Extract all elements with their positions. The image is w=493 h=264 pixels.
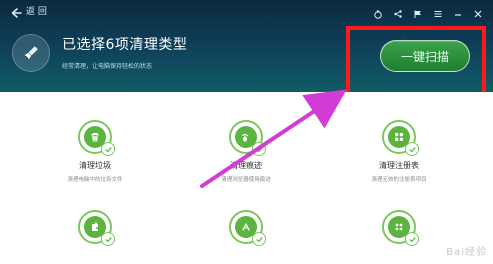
minimize-icon[interactable] [453,4,463,16]
page-title: 已选择6项清理类型 [62,37,188,53]
check-icon [405,142,419,156]
check-icon [405,232,419,246]
title-text: 已选择6项清理类型 经常清理，让电脑保持轻松的状态 [62,34,187,70]
plugin-icon [78,210,115,246]
skin-icon[interactable] [373,4,383,19]
check-icon [252,232,266,246]
cleanup-item-traces[interactable]: 清理痕迹 清理浏览器使用痕迹 [176,120,316,183]
one-click-scan-button[interactable]: 一键扫描 [380,40,470,72]
footprint-icon [229,120,266,156]
back-label: 返 回 [26,6,47,17]
back-arrow-icon [10,4,22,18]
cleanup-item-title: 清理痕迹 [230,161,262,170]
window-controls [373,4,483,19]
cleanup-item-plugin[interactable] [25,210,165,246]
cleanup-item-description: 清理浏览器使用痕迹 [221,177,271,183]
close-icon[interactable] [473,4,483,18]
trash-icon [78,120,115,156]
check-icon [101,142,115,156]
cleanup-item-trash[interactable]: 清理垃圾 清理电脑中的垃圾文件 [25,120,165,183]
cleanup-item-description: 清理电脑中的垃圾文件 [67,177,123,183]
broom-icon [12,34,50,72]
check-icon [101,232,115,246]
header: 返 回 已选择6项清理类型 经常清理，让电脑保持轻松的状态 一键扫描 [0,0,493,92]
cleanup-item-title: 清理注册表 [379,161,419,170]
cleanup-item-tools[interactable] [176,210,316,246]
share-icon[interactable] [393,4,403,18]
menu-icon[interactable] [433,4,443,18]
cleanup-options-grid: 清理垃圾 清理电脑中的垃圾文件 清理痕迹 清理浏览器使用痕迹 清理注册表 清理无… [0,92,493,264]
top-bar: 返 回 [0,0,493,20]
cleanup-item-registry[interactable]: 清理注册表 清理无效的注册表项目 [329,120,469,183]
grid-icon [382,210,419,246]
page-subtitle: 经常清理，让电脑保持轻松的状态 [62,63,153,70]
tools-icon [229,210,266,246]
registry-icon [382,120,419,156]
cleanup-item-title: 清理垃圾 [79,161,111,170]
cleanup-item-description: 清理无效的注册表项目 [371,177,427,183]
watermark: Bai经验 [446,247,487,258]
check-icon [252,142,266,156]
cleanup-item-other[interactable] [329,210,469,246]
cleanup-summary: 已选择6项清理类型 经常清理，让电脑保持轻松的状态 [12,34,187,72]
flag-icon[interactable] [413,4,423,18]
back-button[interactable]: 返 回 [0,4,47,18]
